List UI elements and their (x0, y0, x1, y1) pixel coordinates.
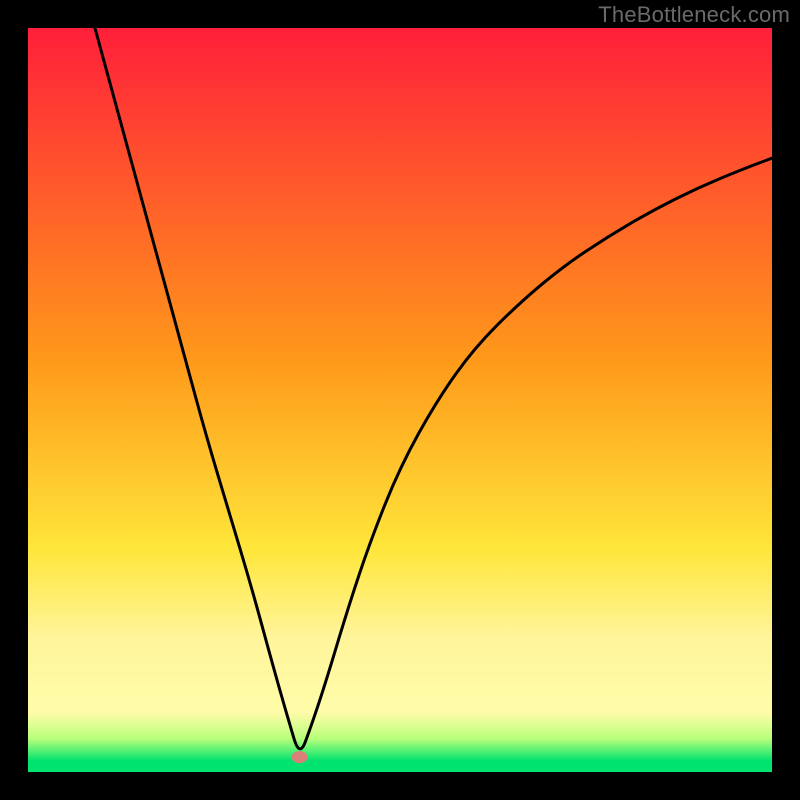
watermark-text: TheBottleneck.com (598, 2, 790, 28)
chart-svg (28, 28, 772, 772)
optimum-marker (292, 751, 308, 763)
chart-frame: TheBottleneck.com (0, 0, 800, 800)
plot-area (28, 28, 772, 772)
gradient-background (28, 28, 772, 772)
